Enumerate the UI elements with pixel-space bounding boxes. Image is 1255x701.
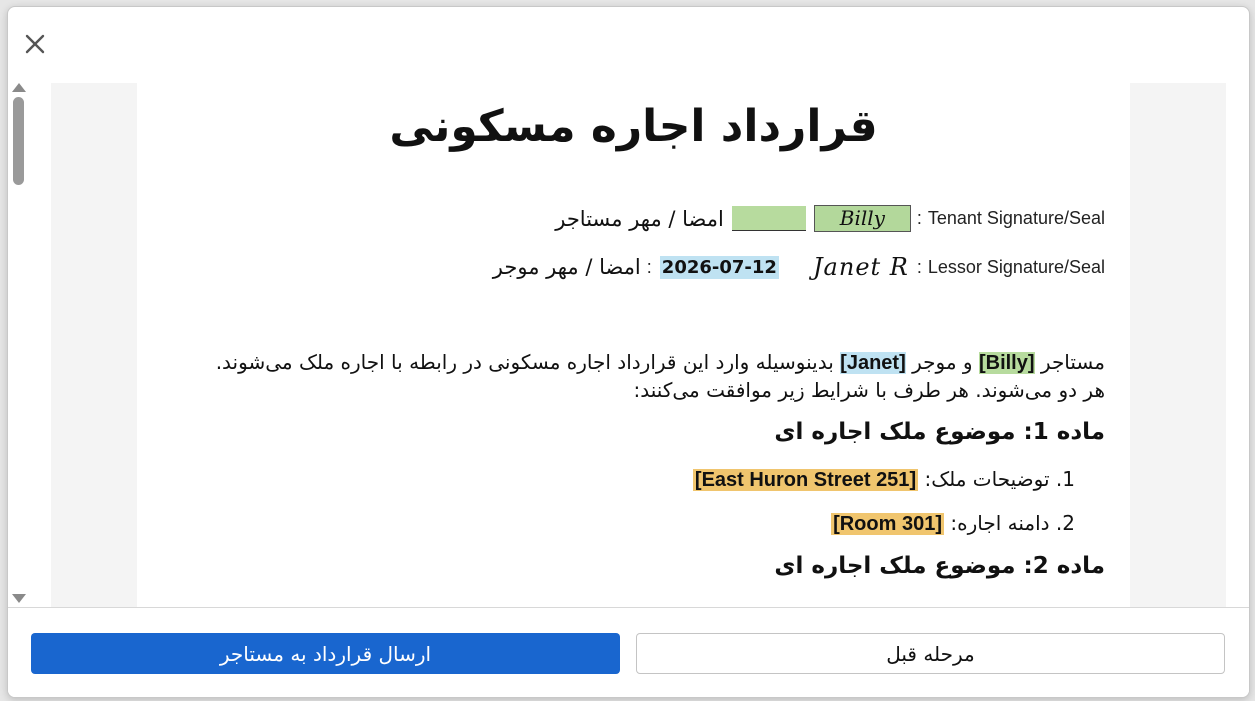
item-number: 2. xyxy=(1055,511,1075,535)
lessor-signature-fa-label: امضا / مهر موجر xyxy=(492,255,641,279)
tenant-signature-box[interactable]: Billy xyxy=(813,205,911,232)
close-button[interactable] xyxy=(22,31,48,57)
tenant-signature-label: Tenant Signature/Seal xyxy=(927,208,1105,228)
intro-text-2: و موجر xyxy=(912,350,973,374)
tenant-signature: Billy xyxy=(839,206,885,230)
scroll-down-arrow-icon[interactable] xyxy=(12,594,26,603)
send-contract-button[interactable]: ارسال قرارداد به مستاجر xyxy=(31,633,620,674)
lessor-signature: Janet R xyxy=(812,253,909,281)
lessor-name-highlight: [Janet] xyxy=(840,352,906,374)
close-icon xyxy=(25,34,45,54)
scroll-up-arrow-icon[interactable] xyxy=(12,83,26,92)
document-viewport[interactable]: قرارداد اجاره مسکونی امضا / مهر مستاجر B… xyxy=(51,83,1226,607)
intro-text-1: مستاجر xyxy=(1040,350,1105,374)
article-1-item-2: 2. دامنه اجاره: [Room 301] xyxy=(831,511,1075,536)
lessor-date-colon: : xyxy=(646,256,652,277)
article-1-heading: ماده 1: موضوع ملک اجاره ای xyxy=(774,419,1105,445)
article-2-heading: ماده 2: موضوع ملک اجاره ای xyxy=(774,553,1105,579)
previous-step-button[interactable]: مرحله قبل xyxy=(636,633,1225,674)
tenant-signature-fa-label: امضا / مهر مستاجر xyxy=(555,206,724,231)
document-page: قرارداد اجاره مسکونی امضا / مهر مستاجر B… xyxy=(137,83,1130,607)
property-address-highlight: [251 East Huron Street] xyxy=(692,469,919,491)
dialog-footer: ارسال قرارداد به مستاجر مرحله قبل xyxy=(8,607,1249,697)
contract-preview-dialog: قرارداد اجاره مسکونی امضا / مهر مستاجر B… xyxy=(7,6,1250,698)
tenant-signature-colon: : xyxy=(916,208,922,228)
rental-scope-highlight: [Room 301] xyxy=(831,513,944,535)
item-label: توضیحات ملک: xyxy=(924,467,1050,491)
document-title: قرارداد اجاره مسکونی xyxy=(389,101,878,152)
tenant-signature-blank xyxy=(731,206,806,231)
lessor-signature-label: Lessor Signature/Seal xyxy=(927,256,1105,277)
tenant-signature-line: امضا / مهر مستاجر Billy : Tenant Signatu… xyxy=(555,205,1105,232)
tenant-name-highlight: [Billy] xyxy=(978,352,1035,374)
item-label: دامنه اجاره: xyxy=(950,511,1050,535)
scroll-thumb[interactable] xyxy=(13,97,24,185)
lessor-signature-line: امضا / مهر موجر : 2026-07-12 Janet R : L… xyxy=(493,253,1105,281)
item-number: 1. xyxy=(1055,467,1075,491)
intro-paragraph: مستاجر [Billy] و موجر [Janet] بدینوسیله … xyxy=(193,349,1105,404)
lessor-signature-colon: : xyxy=(916,256,922,277)
lessor-signature-date: 2026-07-12 xyxy=(659,255,779,279)
article-1-item-1: 1. توضیحات ملک: [251 East Huron Street] xyxy=(692,467,1075,492)
vertical-scrollbar[interactable] xyxy=(10,79,28,607)
